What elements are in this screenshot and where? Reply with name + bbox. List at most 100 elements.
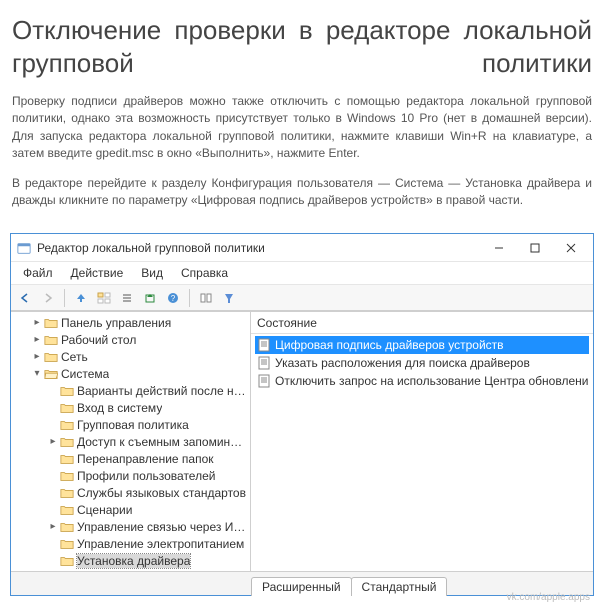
article-heading: Отключение проверки в редакторе локально… — [12, 14, 592, 79]
tree-expander[interactable]: ▾ — [31, 368, 43, 379]
tree-node[interactable]: ▸ Рабочий стол — [11, 331, 250, 348]
toolbar-separator — [64, 289, 65, 307]
tree-node[interactable]: ▸ Управление связью через Интерне — [11, 518, 250, 535]
minimize-icon — [494, 243, 504, 253]
tree-expander[interactable]: ▸ — [47, 521, 59, 532]
help-button[interactable]: ? — [163, 288, 183, 308]
menu-action[interactable]: Действие — [63, 264, 132, 282]
tree-node[interactable]: Службы языковых стандартов — [11, 484, 250, 501]
tree-expander[interactable]: ▸ — [47, 436, 59, 447]
menu-help[interactable]: Справка — [173, 264, 236, 282]
menubar: Файл Действие Вид Справка — [11, 262, 593, 285]
minimize-button[interactable] — [481, 238, 517, 258]
svg-text:?: ? — [171, 294, 176, 303]
list-button[interactable] — [117, 288, 137, 308]
list-icon — [121, 292, 133, 304]
tree-expander[interactable]: ▸ — [31, 351, 43, 362]
policy-list-item[interactable]: Цифровая подпись драйверов устройств — [255, 336, 589, 354]
tree-node[interactable]: Перенаправление папок — [11, 450, 250, 467]
window-title: Редактор локальной групповой политики — [37, 241, 265, 255]
folder-icon — [60, 470, 74, 482]
tree-node-label: Панель управления — [61, 316, 171, 330]
titlebar[interactable]: Редактор локальной групповой политики — [11, 234, 593, 262]
arrow-up-icon — [75, 292, 87, 304]
tree-expander[interactable]: ▸ — [31, 334, 43, 345]
tree-node[interactable]: Групповая политика — [11, 416, 250, 433]
tree-node-label: Вход в систему — [77, 401, 162, 415]
policy-item-label: Цифровая подпись драйверов устройств — [275, 338, 504, 352]
filter-icon — [223, 292, 235, 304]
folder-open-icon — [44, 368, 58, 380]
tree-node[interactable]: Профили пользователей — [11, 467, 250, 484]
gpedit-icon — [17, 241, 31, 255]
tree-node-label: Управление связью через Интерне — [77, 520, 246, 534]
export-button[interactable] — [140, 288, 160, 308]
tree-node[interactable]: ▸ Доступ к съемным запоминающ — [11, 433, 250, 450]
policy-item-label: Отключить запрос на использование Центра… — [275, 374, 589, 388]
tree-node-label: Профили пользователей — [77, 469, 215, 483]
article-paragraph-1: Проверку подписи драйверов можно также о… — [12, 93, 592, 163]
maximize-button[interactable] — [517, 238, 553, 258]
folder-icon — [60, 436, 74, 448]
show-tree-button[interactable] — [94, 288, 114, 308]
up-button[interactable] — [71, 288, 91, 308]
folder-icon — [44, 317, 58, 329]
filter-button[interactable] — [219, 288, 239, 308]
policy-item-icon — [257, 374, 271, 388]
tree-node-label: Перенаправление папок — [77, 452, 214, 466]
tree-node[interactable]: ▸ Сеть — [11, 348, 250, 365]
tree-node-label: Сеть — [61, 350, 88, 364]
tree-node-label: Система — [61, 367, 109, 381]
tree-node[interactable]: Управление электропитанием — [11, 535, 250, 552]
list-column-header[interactable]: Состояние — [251, 312, 593, 334]
export-icon — [144, 292, 156, 304]
folder-icon — [44, 334, 58, 346]
tree-node-placeholder — [11, 569, 250, 571]
policy-list-item[interactable]: Указать расположения для поиска драйверо… — [255, 354, 589, 372]
menu-file[interactable]: Файл — [15, 264, 61, 282]
tree-node[interactable]: Сценарии — [11, 501, 250, 518]
arrow-left-icon — [19, 292, 31, 304]
tree-node-label: Службы языковых стандартов — [77, 486, 246, 500]
folder-icon — [60, 538, 74, 550]
tree-node-label: Доступ к съемным запоминающ — [77, 435, 246, 449]
arrow-right-icon — [42, 292, 54, 304]
folder-icon — [60, 521, 74, 533]
policy-item-label: Указать расположения для поиска драйверо… — [275, 356, 530, 370]
tree-node-label: Управление электропитанием — [77, 537, 244, 551]
close-icon — [566, 243, 576, 253]
tree-expander[interactable]: ▸ — [31, 317, 43, 328]
watermark: vk.com/apple.apps — [0, 592, 604, 603]
tree-node[interactable]: Вход в систему — [11, 399, 250, 416]
back-button[interactable] — [15, 288, 35, 308]
close-button[interactable] — [553, 238, 589, 258]
tree-pane[interactable]: ▸ Панель управления▸ Рабочий стол▸ Сеть▾… — [11, 312, 251, 571]
columns-button[interactable] — [196, 288, 216, 308]
tree-node-label: Установка драйвера — [77, 554, 190, 568]
panes: ▸ Панель управления▸ Рабочий стол▸ Сеть▾… — [11, 311, 593, 571]
tree-node[interactable]: Установка драйвера — [11, 552, 250, 569]
toolbar: ? — [11, 285, 593, 311]
maximize-icon — [530, 243, 540, 253]
folder-icon — [60, 453, 74, 465]
folder-tree-icon — [97, 292, 111, 304]
folder-icon — [60, 402, 74, 414]
article-paragraph-2: В редакторе перейдите к разделу Конфигур… — [12, 175, 592, 210]
tree-node[interactable]: Варианты действий после нажати — [11, 382, 250, 399]
policy-list-item[interactable]: Отключить запрос на использование Центра… — [255, 372, 589, 390]
forward-button[interactable] — [38, 288, 58, 308]
gpedit-window: Редактор локальной групповой политики Фа… — [10, 233, 594, 596]
tree-node[interactable]: ▾ Система — [11, 365, 250, 382]
policy-item-icon — [257, 338, 271, 352]
tree-node-label: Варианты действий после нажати — [77, 384, 246, 398]
folder-icon — [60, 385, 74, 397]
tree-node-label: Сценарии — [77, 503, 132, 517]
folder-icon — [60, 555, 74, 567]
list-body[interactable]: Цифровая подпись драйверов устройств Ука… — [251, 334, 593, 571]
menu-view[interactable]: Вид — [133, 264, 171, 282]
tree-node-label: Групповая политика — [77, 418, 189, 432]
toolbar-separator — [189, 289, 190, 307]
tree-node[interactable]: ▸ Панель управления — [11, 314, 250, 331]
tree-node-label: Рабочий стол — [61, 333, 136, 347]
policy-item-icon — [257, 356, 271, 370]
